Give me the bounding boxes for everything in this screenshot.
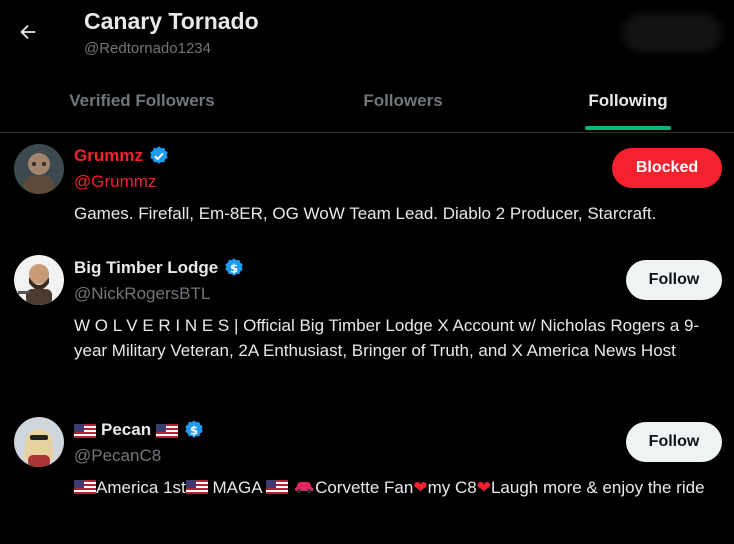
us-flag-icon	[156, 423, 179, 438]
tab-following[interactable]: Following	[522, 70, 734, 132]
profile-header: Canary Tornado @Redtornado1234 Verified …	[0, 0, 734, 133]
user-handle: @PecanC8	[74, 446, 162, 465]
bio-text: America 1st	[96, 478, 186, 497]
us-flag-icon	[74, 423, 96, 438]
bio-text: MAGA	[207, 478, 267, 497]
us-flag-icon	[185, 476, 208, 494]
tab-verified-followers[interactable]: Verified Followers	[0, 70, 284, 132]
bio-text: my C8	[427, 478, 477, 497]
user-bio: W O L V E R I N E S | Official Big Timbe…	[74, 316, 700, 360]
heart-icon: ❤	[413, 478, 428, 497]
dollar-verified-icon: $	[223, 257, 245, 279]
user-name: Grummz	[74, 146, 143, 165]
car-icon	[293, 478, 315, 497]
tab-label: Followers	[363, 91, 443, 110]
user-name-row[interactable]: Big Timber Lodge $	[74, 257, 245, 279]
list-item[interactable]: Grummz @Grummz Blocked Games. Firefall, …	[0, 133, 734, 233]
us-flag-icon	[266, 476, 289, 494]
tab-label: Following	[588, 91, 668, 110]
user-name-row[interactable]: Grummz	[74, 145, 170, 167]
dollar-verified-icon: $	[183, 419, 205, 441]
us-flag-icon	[74, 476, 96, 494]
blue-verified-icon	[148, 145, 170, 167]
profile-name: Canary Tornado	[84, 8, 259, 34]
heart-icon: ❤	[476, 478, 491, 497]
user-name: Pecan	[101, 420, 152, 439]
blurred-region	[622, 14, 722, 52]
user-name-row[interactable]: Pecan $	[74, 419, 205, 441]
blocked-button[interactable]: Blocked	[612, 148, 722, 188]
arrow-left-icon	[20, 24, 36, 40]
bio-text: Laugh more & enjoy the ride	[490, 478, 705, 497]
user-handle: @Grummz	[74, 172, 157, 191]
user-bio: America 1st MAGA Corvette Fan❤my C8❤Laug…	[74, 475, 726, 500]
list-item[interactable]: Pecan $ @PecanC8 Follow America 1st MAGA…	[0, 407, 734, 544]
follow-button[interactable]: Follow	[626, 260, 722, 300]
avatar[interactable]	[14, 255, 64, 305]
profile-handle: @Redtornado1234	[84, 40, 211, 57]
back-button[interactable]	[14, 18, 42, 46]
user-handle: @NickRogersBTL	[74, 284, 211, 303]
svg-text:$: $	[190, 424, 198, 438]
user-name: Big Timber Lodge	[74, 258, 219, 277]
avatar[interactable]	[14, 417, 64, 467]
follow-button[interactable]: Follow	[626, 422, 722, 462]
svg-text:$: $	[230, 262, 238, 276]
tab-followers[interactable]: Followers	[284, 70, 522, 132]
user-bio: Games. Firefall, Em-8ER, OG WoW Team Lea…	[74, 204, 657, 223]
list-item[interactable]: Big Timber Lodge $ @NickRogersBTL Follow…	[0, 245, 734, 400]
bio-text: Corvette Fan	[315, 478, 414, 497]
avatar[interactable]	[14, 144, 64, 194]
tab-bar: Verified Followers Followers Following	[0, 70, 734, 132]
active-tab-indicator	[585, 126, 671, 130]
tab-label: Verified Followers	[69, 91, 215, 110]
